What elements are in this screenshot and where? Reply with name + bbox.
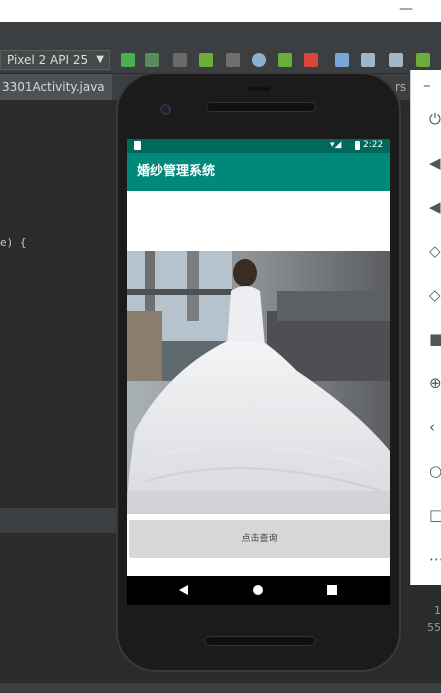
side-numbers: 1 55 <box>420 602 441 636</box>
ide-status-bar <box>0 683 441 693</box>
attach-debugger-icon[interactable] <box>226 53 240 67</box>
code-line: e) { <box>0 236 27 249</box>
nav-home-icon[interactable] <box>253 585 263 595</box>
window-titlebar: — <box>0 0 441 22</box>
apply-changes-icon[interactable] <box>145 53 159 67</box>
device-selector[interactable]: Pixel 2 API 25 ▼ <box>0 50 110 70</box>
status-time: 2:22 <box>363 140 384 150</box>
zoom-icon[interactable]: ⊕ <box>429 376 441 391</box>
profile-icon[interactable] <box>252 53 266 67</box>
chevron-down-icon: ▼ <box>96 54 104 65</box>
wedding-dress-photo <box>127 251 390 514</box>
power-icon[interactable]: ⏻ <box>429 112 441 127</box>
wedding-dress-image <box>127 251 390 514</box>
query-button-label: 点击查询 <box>241 534 278 544</box>
android-status-bar: ▾◢ 2:22 <box>127 139 390 153</box>
device-selector-label: Pixel 2 API 25 <box>7 53 89 67</box>
bottom-speaker <box>204 636 316 646</box>
volume-down-icon[interactable]: ◀ <box>429 200 441 215</box>
back-icon[interactable]: ‹ <box>429 420 441 435</box>
coverage-icon[interactable] <box>278 53 292 67</box>
device-screen[interactable]: ▾◢ 2:22 婚纱管理系统 点击查询 <box>127 139 390 605</box>
ide-toolbar: Pixel 2 API 25 ▼ <box>0 46 441 74</box>
rotate-right-icon[interactable]: ◇ <box>429 288 441 303</box>
emulator-side-toolbar: – ⏻ ◀ ◀ ◇ ◇ ■ ⊕ ‹ ○ □ ⋯ <box>410 70 441 585</box>
code-editor[interactable]: e) { <box>0 100 115 508</box>
nav-recents-icon[interactable] <box>327 585 337 595</box>
home-icon[interactable]: ○ <box>429 464 441 479</box>
volume-up-icon[interactable]: ◀ <box>429 156 441 171</box>
editor-tab-activity[interactable]: 3301Activity.java × <box>0 74 112 120</box>
editor-bottom-strip <box>0 508 118 533</box>
rotate-left-icon[interactable]: ◇ <box>429 244 441 259</box>
app-content: 点击查询 <box>127 191 390 576</box>
battery-icon <box>355 141 360 150</box>
nav-back-icon[interactable] <box>179 585 188 595</box>
signal-icon: ▾◢ <box>330 140 342 150</box>
menu-bar <box>0 22 441 46</box>
side-number: 1 <box>434 604 441 617</box>
side-number: 55 <box>427 621 441 634</box>
close-panel-icon[interactable]: – <box>423 78 437 93</box>
sync-icon[interactable] <box>389 53 403 67</box>
sdk-manager-icon[interactable] <box>335 53 349 67</box>
minimize-button[interactable]: — <box>399 1 413 17</box>
editor-tab-partial-label: rs <box>395 80 407 94</box>
app-bar: 婚纱管理系统 <box>127 153 390 191</box>
earpiece <box>248 87 270 91</box>
bottom-tool-panel <box>0 533 118 683</box>
android-nav-bar <box>127 576 390 605</box>
run-icon[interactable] <box>121 53 135 67</box>
stop-icon[interactable] <box>304 53 318 67</box>
overview-icon[interactable]: □ <box>429 508 441 523</box>
sd-card-icon <box>134 141 141 150</box>
query-button[interactable]: 点击查询 <box>129 520 390 558</box>
debug-icon[interactable] <box>199 53 213 67</box>
avd-manager-icon[interactable] <box>361 53 375 67</box>
app-title: 婚纱管理系统 <box>137 164 216 179</box>
layout-inspector-icon[interactable] <box>416 53 430 67</box>
editor-tab-label: 3301Activity.java <box>2 80 105 94</box>
camera-icon[interactable]: ■ <box>429 332 441 347</box>
more-icon[interactable]: ⋯ <box>429 552 441 567</box>
top-speaker <box>206 102 316 112</box>
build-icon[interactable] <box>173 53 187 67</box>
front-camera-icon <box>160 104 171 115</box>
